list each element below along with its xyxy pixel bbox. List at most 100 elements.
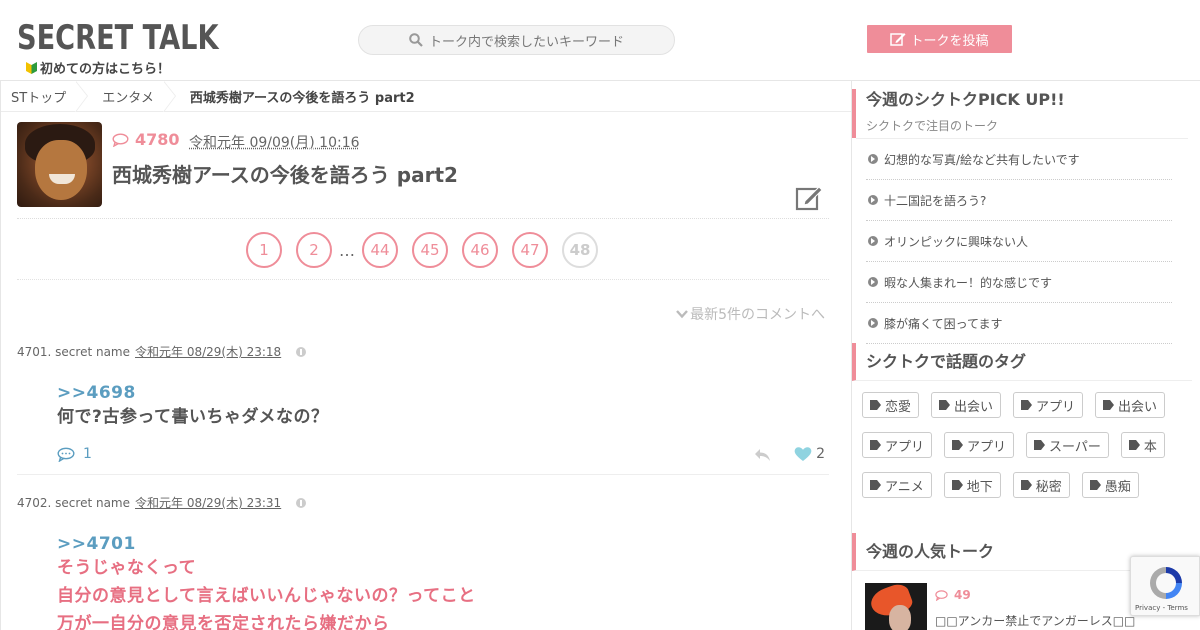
tag-list: 恋愛 出会い アプリ 出会い アプリ アプリ スーパー 本 アニメ 地下 秘密 … (862, 392, 1192, 512)
page-2[interactable]: 2 (296, 232, 332, 268)
pickup-item[interactable]: 幻想的な写真/絵など共有したいです (866, 139, 1172, 180)
topic-thumbnail (17, 122, 102, 207)
comment-date: 令和元年 08/29(木) 23:31 (135, 496, 282, 510)
page-1[interactable]: 1 (246, 232, 282, 268)
tag-label: スーパー (1049, 439, 1101, 455)
recaptcha-badge[interactable]: Privacy - Terms (1130, 556, 1200, 616)
pickup-item-label: オリンピックに興味ない人 (884, 234, 1029, 249)
tag-icon (1128, 440, 1140, 450)
tag-icon (1020, 480, 1032, 490)
tag-item[interactable]: 秘密 (1012, 472, 1070, 498)
pickup-item-label: 暇な人集まれー！的な感じです (884, 275, 1053, 290)
tag-label: アプリ (885, 439, 925, 455)
page-46[interactable]: 46 (462, 232, 498, 268)
info-icon[interactable] (296, 346, 307, 357)
breadcrumb: STトップ エンタメ 西城秀樹アースの今後を語ろう part2 (1, 81, 851, 112)
tag-item[interactable]: アニメ (862, 472, 932, 498)
pickup-item[interactable]: オリンピックに興味ない人 (866, 221, 1172, 262)
pickup-item-label: 膝が痛くて困ってます (884, 316, 1003, 331)
pickup-subtitle: シクトクで注目のトーク (866, 119, 999, 133)
pickup-list: 幻想的な写真/絵など共有したいです 十二国記を語ろう? オリンピックに興味ない人… (866, 139, 1172, 344)
page-47[interactable]: 47 (512, 232, 548, 268)
comment-text-line: そうじゃなくって (57, 558, 197, 578)
beginner-mark-icon (26, 61, 37, 74)
arrow-right-icon (868, 277, 878, 287)
tag-icon (870, 440, 881, 450)
reply-count-value: 1 (83, 446, 92, 462)
recaptcha-links[interactable]: Privacy - Terms (1135, 604, 1188, 612)
comment-anchor-link[interactable]: >>4701 (57, 534, 829, 554)
site-logo[interactable]: SECRET TALK (17, 18, 219, 58)
tag-label: 愚痴 (1104, 479, 1131, 495)
pickup-item[interactable]: 膝が痛くて困ってます (866, 303, 1172, 344)
tag-label: アプリ (1036, 399, 1076, 415)
pickup-item[interactable]: 十二国記を語ろう? (866, 180, 1172, 221)
page-44[interactable]: 44 (362, 232, 398, 268)
breadcrumb-top[interactable]: STトップ (11, 87, 66, 106)
comment-footer: 1 2 (57, 446, 829, 468)
site-header: SECRET TALK 初めての方はこちら！ トーク内で検索したいキーワード ト… (0, 0, 1200, 81)
tag-item[interactable]: 愚痴 (1081, 472, 1139, 498)
breadcrumb-current: 西城秀樹アースの今後を語ろう part2 (189, 90, 415, 106)
tag-label: 本 (1143, 439, 1157, 455)
tag-icon (1021, 400, 1033, 410)
page-48-current: 48 (562, 232, 598, 268)
tag-item[interactable]: 恋愛 (862, 392, 920, 418)
tag-label: 地下 (966, 479, 993, 495)
pickup-item[interactable]: 暇な人集まれー！的な感じです (866, 262, 1172, 303)
comment-text-line: 万が一自分の意見を否定されたら嫌だから (57, 614, 390, 630)
tag-item[interactable]: 本 (1120, 432, 1165, 458)
tag-item[interactable]: アプリ (1013, 392, 1084, 418)
pagination-ellipsis: … (339, 240, 355, 260)
tag-item[interactable]: スーパー (1026, 432, 1109, 458)
like-count: 2 (816, 446, 825, 462)
topic-comment-count-value: 4780 (135, 130, 180, 149)
comment-bubble-icon (112, 132, 129, 147)
reply-bubble-icon (57, 447, 75, 462)
heart-icon (794, 447, 812, 461)
topic-title: 西城秀樹アースの今後を語ろう part2 (112, 163, 458, 187)
tag-icon (951, 480, 963, 490)
comment-meta: 4702. secret name 令和元年 08/29(木) 23:31 (17, 494, 829, 511)
tag-label: アプリ (967, 439, 1007, 455)
post-talk-button[interactable]: トークを投稿 (867, 25, 1012, 53)
edit-icon (890, 33, 906, 46)
sidebar: 今週のシクトクPICK UP!! シクトクで注目のトーク 幻想的な写真/絵など共… (852, 81, 1200, 630)
latest-comments-label: 最新5件のコメントへ (690, 307, 825, 323)
search-input[interactable]: トーク内で検索したいキーワード (358, 25, 675, 55)
search-icon (409, 33, 423, 47)
info-icon[interactable] (296, 497, 307, 508)
tag-item[interactable]: 出会い (931, 392, 1002, 418)
tag-item[interactable]: 出会い (1095, 392, 1166, 418)
pickup-item-label: 十二国記を語ろう? (884, 193, 987, 208)
latest-comments-link[interactable]: 最新5件のコメントへ (676, 304, 825, 324)
main-content: STトップ エンタメ 西城秀樹アースの今後を語ろう part2 4780 令和元… (0, 81, 852, 630)
tag-icon (1089, 480, 1101, 490)
like-button[interactable]: 2 (794, 446, 825, 462)
topic-comment-count: 4780 (112, 130, 180, 149)
popular-thumbnail (865, 583, 927, 630)
breadcrumb-separator (162, 81, 178, 112)
comment-text-line: 自分の意見として言えばいいんじゃないの？ってこと (57, 586, 476, 606)
beginner-link[interactable]: 初めての方はこちら！ (25, 58, 170, 77)
breadcrumb-category[interactable]: エンタメ (102, 87, 154, 106)
pickup-item-label: 幻想的な写真/絵など共有したいです (884, 152, 1080, 167)
tag-item[interactable]: 地下 (943, 472, 1001, 498)
comment-anchor-link[interactable]: >>4698 (57, 383, 829, 403)
arrow-right-icon (868, 318, 878, 328)
popular-comment-count: 49 (935, 588, 971, 602)
breadcrumb-separator (75, 81, 90, 112)
edit-topic-icon[interactable] (795, 184, 823, 212)
page-45[interactable]: 45 (412, 232, 448, 268)
tag-item[interactable]: アプリ (944, 432, 1015, 458)
pickup-title: 今週のシクトクPICK UP!! (866, 90, 1065, 109)
arrow-right-icon (868, 154, 878, 164)
tag-icon (952, 440, 964, 450)
tag-item[interactable]: アプリ (862, 432, 933, 458)
topic-date: 令和元年 09/09(月) 10:16 (189, 135, 360, 151)
reply-count[interactable]: 1 (57, 446, 92, 462)
popular-count-value: 49 (954, 588, 971, 602)
tags-title: シクトクで話題のタグ (866, 352, 1027, 371)
reply-arrow-icon[interactable] (754, 448, 771, 462)
pickup-heading: 今週のシクトクPICK UP!! シクトクで注目のトーク (852, 89, 1200, 138)
